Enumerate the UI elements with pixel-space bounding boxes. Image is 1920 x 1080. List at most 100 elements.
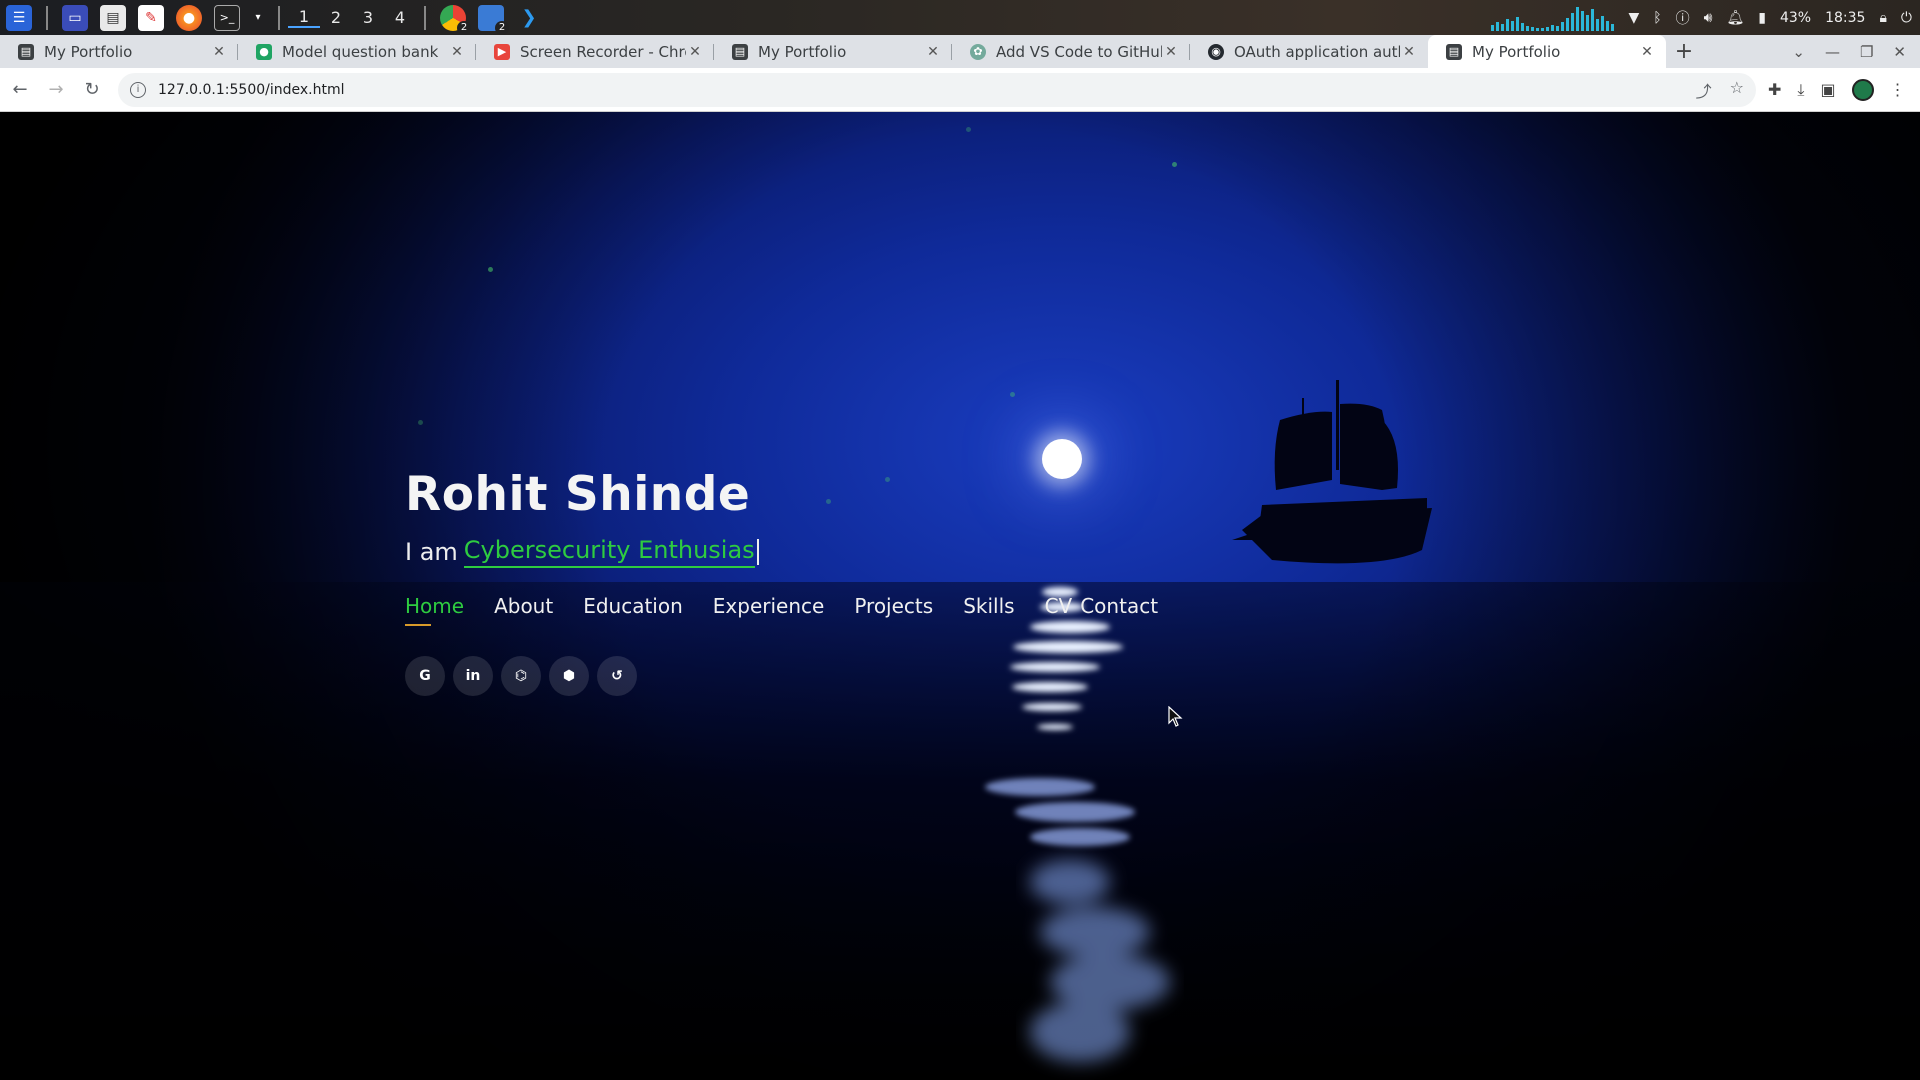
- recorder-icon: ▶: [494, 43, 510, 60]
- downloads-icon[interactable]: ⤓: [1797, 80, 1804, 100]
- firefly-particle: [1172, 162, 1177, 167]
- system-tray: ▼ ᛒ ⓘ 🔊︎ 🔔︎ ▮ 43% 18:35 🔒︎ ⏻: [1491, 0, 1920, 35]
- bluetooth-icon[interactable]: ᛒ: [1653, 10, 1661, 26]
- chatgpt-icon: ✿: [970, 43, 986, 60]
- chrome-badge: 2: [457, 20, 471, 35]
- app-launcher-icon[interactable]: ☰: [6, 4, 32, 31]
- new-tab-button[interactable]: +: [1666, 35, 1702, 68]
- back-button[interactable]: ←: [4, 79, 36, 100]
- bookmark-star-icon[interactable]: ☆: [1730, 78, 1744, 102]
- tab-title: Screen Recorder - Chrom: [520, 42, 686, 61]
- browser-tab[interactable]: ▤ My Portfolio ✕: [714, 35, 952, 68]
- extensions-icon[interactable]: ✚: [1768, 80, 1781, 99]
- terminal-icon[interactable]: >_: [214, 4, 240, 31]
- tab-search-icon[interactable]: ⌄: [1792, 43, 1805, 61]
- tab-title: My Portfolio: [44, 42, 133, 61]
- profile-avatar[interactable]: [1851, 78, 1874, 101]
- file-manager-icon[interactable]: ▤: [100, 4, 126, 31]
- nav-about[interactable]: About: [494, 594, 553, 626]
- document-viewer-icon[interactable]: ✎: [138, 4, 164, 31]
- battery-icon: ▮: [1758, 9, 1766, 26]
- chevron-down-icon[interactable]: ▾: [252, 5, 264, 31]
- nav-home[interactable]: Home: [405, 594, 464, 626]
- close-icon[interactable]: ✕: [1162, 44, 1180, 60]
- site-info-icon[interactable]: i: [130, 81, 146, 98]
- nav-experience[interactable]: Experience: [713, 594, 825, 626]
- audio-visualizer: [1491, 5, 1615, 31]
- side-panel-icon[interactable]: ▣: [1820, 80, 1835, 99]
- address-bar[interactable]: i 127.0.0.1:5500/index.html ⤴ ☆: [118, 72, 1756, 107]
- workspace-2[interactable]: 2: [320, 8, 352, 27]
- classroom-icon: ●: [256, 43, 272, 60]
- browser-tab[interactable]: ▶ Screen Recorder - Chrom ✕: [476, 35, 714, 68]
- tab-title: Add VS Code to GitHub: [996, 42, 1162, 61]
- tab-title: OAuth application author: [1234, 42, 1400, 61]
- power-icon[interactable]: ⏻: [1901, 10, 1912, 26]
- firefly-particle: [488, 267, 493, 272]
- browser-toolbar: ← → ↻ i 127.0.0.1:5500/index.html ⤴ ☆ ✚ …: [0, 68, 1920, 112]
- panel-separator: [46, 5, 48, 30]
- battery-level: 43%: [1779, 9, 1812, 26]
- restore-icon[interactable]: ❐: [1860, 43, 1873, 61]
- menu-kebab-icon[interactable]: ⋮: [1890, 80, 1906, 99]
- chrome-icon[interactable]: 2: [440, 4, 471, 35]
- minimize-icon[interactable]: —: [1825, 43, 1840, 61]
- close-window-icon[interactable]: ✕: [1893, 43, 1906, 61]
- google-icon[interactable]: G: [405, 656, 445, 696]
- info-icon[interactable]: ⓘ: [1676, 8, 1690, 28]
- hackthebox-icon[interactable]: ⬢: [549, 656, 589, 696]
- panel-separator: [424, 5, 426, 30]
- reload-button[interactable]: ↻: [76, 79, 108, 100]
- tab-title: Model question bank: [282, 42, 439, 61]
- notification-bell-icon[interactable]: 🔔︎: [1726, 10, 1744, 26]
- nav-cv[interactable]: CV: [1045, 594, 1073, 626]
- workspace-3[interactable]: 3: [352, 8, 384, 27]
- clock[interactable]: 18:35: [1825, 10, 1865, 26]
- nav-projects[interactable]: Projects: [854, 594, 933, 626]
- close-icon[interactable]: ✕: [1400, 44, 1418, 60]
- nav-skills[interactable]: Skills: [963, 594, 1014, 626]
- close-icon[interactable]: ✕: [210, 44, 228, 60]
- wifi-icon[interactable]: ▼: [1628, 10, 1639, 26]
- portfolio-icon: ▤: [732, 43, 748, 60]
- panel-separator: [278, 5, 280, 30]
- browser-tab[interactable]: ● Model question bank ✕: [238, 35, 476, 68]
- workspace-1[interactable]: 1: [288, 7, 320, 28]
- close-icon[interactable]: ✕: [924, 44, 942, 60]
- firefly-particle: [966, 127, 971, 132]
- share-icon[interactable]: ⤴: [1696, 78, 1712, 102]
- window-controls: ⌄ — ❐ ✕: [1792, 35, 1920, 68]
- tab-title: My Portfolio: [1472, 42, 1561, 61]
- leetcode-icon[interactable]: ↺: [597, 656, 637, 696]
- lock-icon[interactable]: 🔒︎: [1879, 10, 1886, 26]
- firefly-particle: [418, 420, 423, 425]
- browser-tab[interactable]: ◉ OAuth application author ✕: [1190, 35, 1428, 68]
- portfolio-icon: ▤: [1446, 43, 1462, 60]
- github-icon[interactable]: ⌬: [501, 656, 541, 696]
- firefly-particle: [1010, 392, 1015, 397]
- firefox-icon[interactable]: ●: [176, 4, 202, 31]
- linkedin-icon[interactable]: in: [453, 656, 493, 696]
- mouse-cursor-icon: [1168, 706, 1183, 727]
- nav-education[interactable]: Education: [583, 594, 683, 626]
- ship-silhouette: [1232, 380, 1432, 564]
- vscode-icon[interactable]: ❯: [516, 5, 542, 31]
- nav-contact[interactable]: Contact: [1080, 594, 1158, 626]
- browser-tab[interactable]: ▤ My Portfolio ✕: [0, 35, 238, 68]
- forward-button[interactable]: →: [40, 79, 72, 100]
- folder-badge: 2: [495, 20, 509, 35]
- workspace-4[interactable]: 4: [384, 8, 416, 27]
- url-text[interactable]: 127.0.0.1:5500/index.html: [158, 82, 345, 98]
- social-links: G in ⌬ ⬢ ↺: [405, 656, 1158, 696]
- browser-tab-active[interactable]: ▤ My Portfolio ✕: [1428, 35, 1666, 68]
- typed-prefix: I am: [405, 538, 458, 566]
- close-icon[interactable]: ✕: [1638, 44, 1656, 60]
- browser-tab[interactable]: ✿ Add VS Code to GitHub ✕: [952, 35, 1190, 68]
- close-icon[interactable]: ✕: [686, 44, 704, 60]
- volume-icon[interactable]: 🔊︎: [1704, 10, 1713, 26]
- close-icon[interactable]: ✕: [448, 44, 466, 60]
- browser-tab-strip: ▤ My Portfolio ✕ ● Model question bank ✕…: [0, 35, 1920, 68]
- portfolio-icon: ▤: [18, 43, 34, 60]
- desktop-icon[interactable]: ▭: [62, 4, 88, 31]
- folder-icon[interactable]: 2: [478, 4, 509, 35]
